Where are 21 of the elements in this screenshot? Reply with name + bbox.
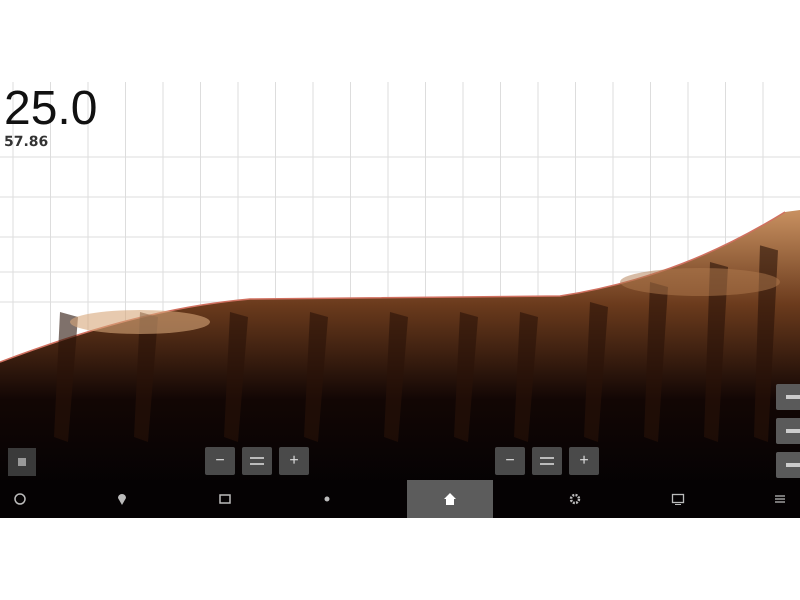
box-icon <box>218 492 232 506</box>
side-button[interactable] <box>776 418 800 444</box>
settings-icon <box>568 492 582 506</box>
minus-button[interactable]: − <box>495 447 525 475</box>
side-button[interactable] <box>776 452 800 478</box>
depth-reading: 25.0 <box>4 84 98 134</box>
range-icon <box>538 454 556 468</box>
plus-button[interactable]: + <box>279 447 309 475</box>
shortcut-button[interactable] <box>8 448 36 476</box>
circle-icon <box>13 492 27 506</box>
secondary-reading: 57.86 <box>4 134 50 150</box>
range-icon <box>248 454 266 468</box>
range-button[interactable] <box>242 447 272 475</box>
minus-button[interactable]: − <box>205 447 235 475</box>
screen-icon <box>670 492 685 506</box>
plus-button[interactable]: + <box>569 447 599 475</box>
side-button[interactable] <box>776 384 800 410</box>
home-icon <box>442 492 457 506</box>
home-button[interactable] <box>406 480 493 518</box>
range-button[interactable] <box>532 447 562 475</box>
square-icon <box>17 457 27 467</box>
